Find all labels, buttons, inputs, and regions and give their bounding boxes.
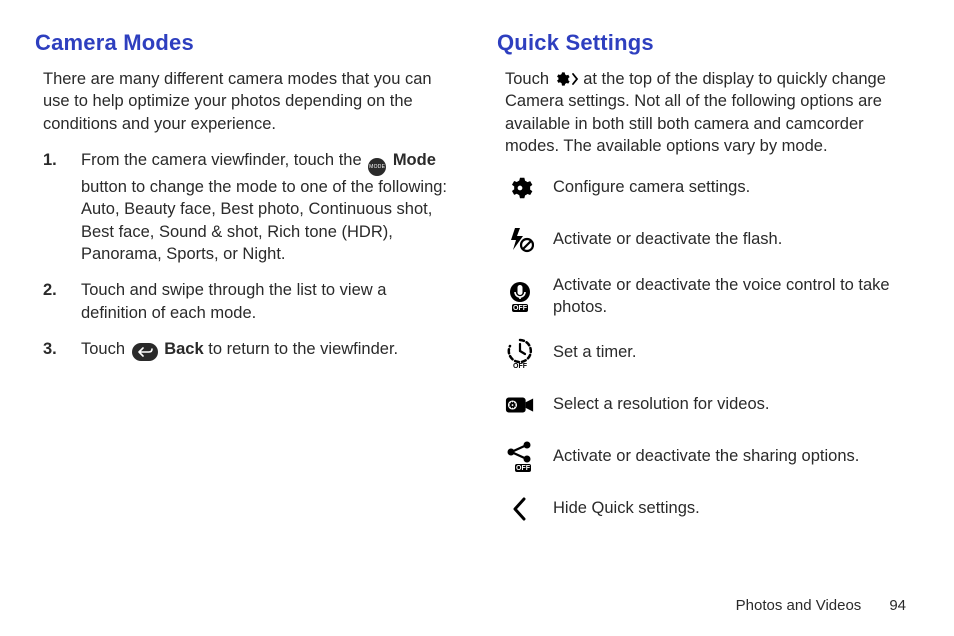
qs-row: OFF Activate or deactivate the voice con… [505,275,919,318]
chevron-left-icon [505,496,535,522]
voice-icon: OFF [505,281,535,313]
list-number: 2. [43,279,81,324]
qs-row: OFF Activate or deactivate the sharing o… [505,440,919,474]
share-icon: OFF [505,441,535,473]
flash-icon [505,227,535,253]
camera-modes-intro: There are many different camera modes th… [35,68,457,135]
list-item: 3. Touch Back to return to the viewfinde… [43,338,457,361]
qs-row: OFF Set a timer. [505,336,919,370]
timer-icon: OFF [505,337,535,369]
list-body: From the camera viewfinder, touch the MO… [81,149,457,265]
video-icon [505,394,535,416]
list-item: 2. Touch and swipe through the list to v… [43,279,457,324]
qs-row: Hide Quick settings. [505,492,919,526]
quick-settings-list: Configure camera settings. Activate or d… [497,171,919,526]
camera-modes-list: 1. From the camera viewfinder, touch the… [35,149,457,361]
svg-text:OFF: OFF [516,465,531,472]
list-body: Touch and swipe through the list to view… [81,279,457,324]
qs-row: Activate or deactivate the flash. [505,223,919,257]
mode-icon: MODE [368,158,386,176]
list-body: Touch Back to return to the viewfinder. [81,338,457,361]
qs-text: Activate or deactivate the sharing optio… [553,446,859,467]
qs-text: Activate or deactivate the voice control… [553,275,919,318]
qs-row: Configure camera settings. [505,171,919,205]
qs-text: Select a resolution for videos. [553,394,769,415]
svg-text:OFF: OFF [513,363,528,369]
gear-chevron-icon [554,71,579,87]
page-footer: Photos and Videos 94 [736,597,906,614]
qs-text: Configure camera settings. [553,177,750,198]
svg-text:OFF: OFF [513,305,528,312]
left-column: Camera Modes There are many different ca… [35,30,457,544]
qs-row: Select a resolution for videos. [505,388,919,422]
qs-text: Activate or deactivate the flash. [553,229,782,250]
heading-quick-settings: Quick Settings [497,30,919,56]
right-column: Quick Settings Touch at the top of the d… [497,30,919,544]
qs-text: Hide Quick settings. [553,498,700,519]
footer-section: Photos and Videos [736,597,862,614]
footer-page-number: 94 [889,597,906,614]
list-number: 3. [43,338,81,361]
qs-text: Set a timer. [553,342,636,363]
gear-icon [505,175,535,201]
back-icon [132,343,158,361]
list-item: 1. From the camera viewfinder, touch the… [43,149,457,265]
list-number: 1. [43,149,81,265]
heading-camera-modes: Camera Modes [35,30,457,56]
quick-settings-intro: Touch at the top of the display to quick… [497,68,919,157]
